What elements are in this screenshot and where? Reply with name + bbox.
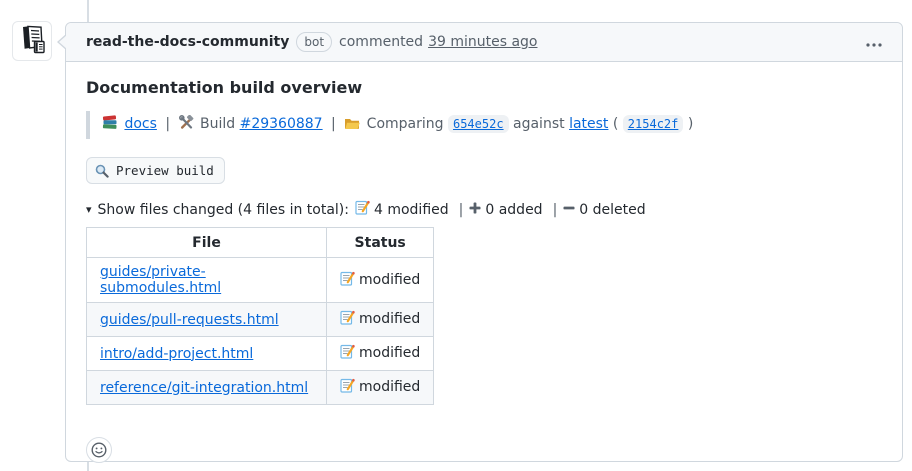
file-column-header: File [87, 228, 327, 258]
magnifier-icon [95, 164, 109, 178]
comment-author-link[interactable]: read-the-docs-community [86, 34, 289, 50]
timeline-line-top [87, 0, 89, 22]
kebab-menu-icon [866, 35, 882, 50]
build-info-quote: docs | Build #29360887 | [86, 111, 882, 139]
commit-from-link[interactable]: 654e52c [448, 115, 509, 133]
latest-version-link[interactable]: latest [569, 116, 608, 132]
status-text: modified [359, 272, 420, 288]
memo-icon [340, 310, 355, 329]
memo-icon [355, 200, 370, 219]
table-row: guides/pull-requests.html modified [87, 303, 434, 337]
paren-close: ) [688, 116, 693, 132]
separator-pipe: | [548, 202, 563, 218]
files-changed-label: Show files changed (4 files in total): [98, 202, 349, 218]
comparing-label: Comparing [367, 116, 444, 132]
table-row: reference/git-integration.html modified [87, 371, 434, 405]
memo-icon [340, 344, 355, 363]
comment-action-text: commented [339, 34, 423, 50]
bot-badge: bot [296, 32, 332, 52]
file-link[interactable]: guides/pull-requests.html [100, 312, 279, 328]
deleted-count: 0 deleted [579, 202, 645, 218]
table-header-row: File Status [87, 228, 434, 258]
smiley-icon [91, 442, 107, 458]
status-column-header: Status [327, 228, 434, 258]
separator-pipe: | [454, 202, 469, 218]
pr-timeline-page: read-the-docs-community bot commented 39… [0, 0, 912, 471]
paren-open: ( [613, 116, 618, 132]
file-link[interactable]: guides/private-submodules.html [100, 264, 221, 296]
hammer-wrench-icon [179, 113, 194, 139]
bot-avatar[interactable] [12, 21, 52, 61]
docs-link[interactable]: docs [124, 116, 156, 132]
comment-body: Documentation build overview docs | [66, 62, 902, 471]
file-link[interactable]: reference/git-integration.html [100, 380, 308, 396]
build-overview-title: Documentation build overview [86, 78, 882, 97]
commit-to-link[interactable]: 2154c2f [623, 115, 684, 133]
comment-options-button[interactable] [862, 31, 886, 54]
status-text: modified [359, 379, 420, 395]
added-count: 0 added [485, 202, 542, 218]
books-icon [102, 113, 118, 139]
status-text: modified [359, 311, 420, 327]
status-text: modified [359, 345, 420, 361]
against-label: against [513, 116, 565, 132]
files-changed-table: File Status guides/private-submodules.ht… [86, 227, 434, 405]
build-label: Build [200, 116, 235, 132]
comment-timestamp-link[interactable]: 39 minutes ago [428, 34, 537, 50]
memo-icon [340, 271, 355, 290]
separator-pipe: | [327, 116, 340, 132]
table-row: intro/add-project.html modified [87, 337, 434, 371]
disclosure-triangle-icon: ▾ [86, 203, 92, 216]
files-changed-summary-toggle[interactable]: ▾ Show files changed (4 files in total):… [86, 200, 882, 219]
build-number-link[interactable]: #29360887 [240, 116, 323, 132]
file-link[interactable]: intro/add-project.html [100, 346, 253, 362]
table-row: guides/private-submodules.html modified [87, 258, 434, 303]
add-reaction-button[interactable] [86, 437, 112, 463]
open-folder-icon [344, 113, 360, 139]
plus-icon [469, 202, 481, 218]
preview-build-button[interactable]: Preview build [86, 157, 225, 184]
preview-build-label: Preview build [116, 163, 214, 178]
minus-icon [563, 202, 575, 218]
comment-header: read-the-docs-community bot commented 39… [66, 23, 902, 62]
read-the-docs-logo-icon [16, 23, 48, 59]
separator-pipe: | [161, 116, 174, 132]
modified-count: 4 modified [374, 202, 449, 218]
memo-icon [340, 378, 355, 397]
comment-card: read-the-docs-community bot commented 39… [65, 22, 903, 462]
